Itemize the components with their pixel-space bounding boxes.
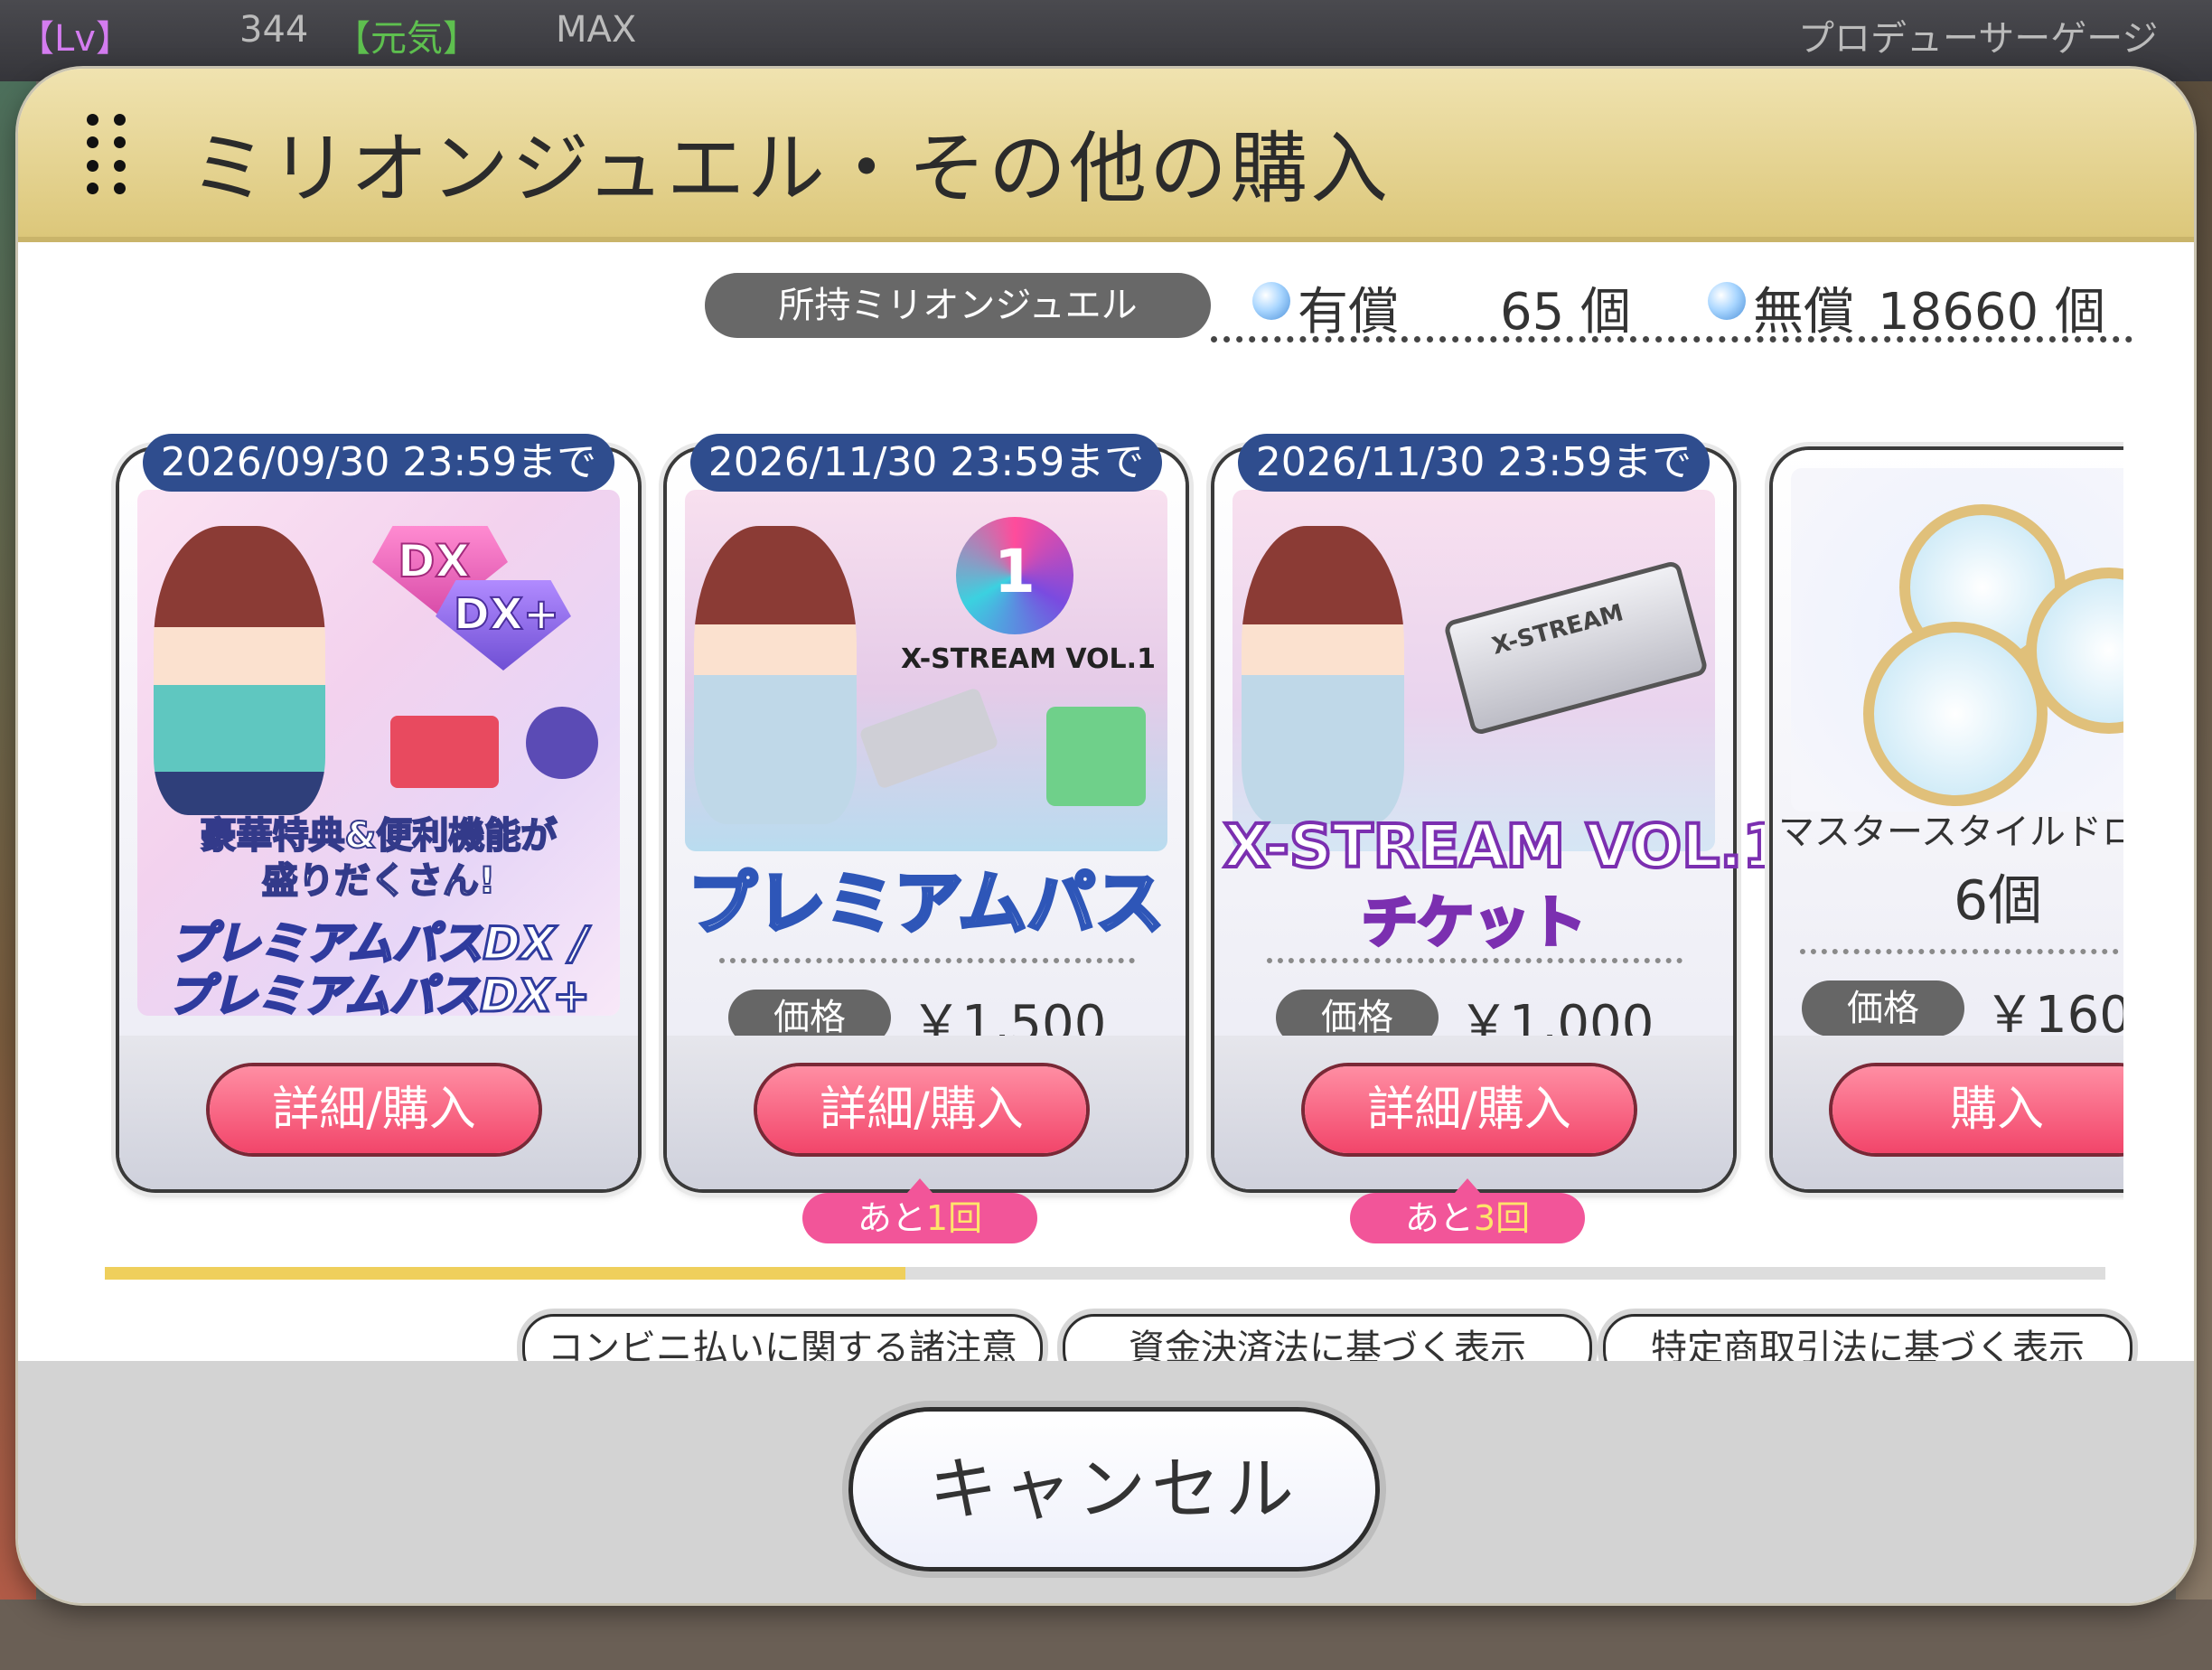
- product-card-premium-pass[interactable]: 2026/11/30 23:59まで 1 X-STREAM VOL.1 プレミア…: [667, 434, 1186, 1243]
- product-name: マスタースタイルドロ: [1778, 812, 2123, 853]
- max-label: MAX: [556, 9, 637, 51]
- live-skip-ticket-icon: [390, 716, 499, 788]
- x-stream-logo-number: 1: [994, 537, 1036, 606]
- dotted-divider: [1267, 958, 1682, 963]
- dx-plus-logo-text: DX+: [453, 588, 560, 641]
- drop-coin-icon: [1863, 622, 2048, 806]
- free-value: 18660 個: [1878, 283, 2105, 342]
- banner-title-2: プレミアムパスDX+: [165, 969, 591, 1017]
- background-scene-bottom: [0, 1600, 2212, 1670]
- owned-jewel-label: 所持ミリオンジュエル: [705, 273, 1211, 338]
- idol-character-icon: [694, 526, 857, 824]
- dotted-divider: [1800, 949, 2123, 954]
- remaining-count-badge: あと3回: [1350, 1178, 1585, 1243]
- product-count: 6個: [1954, 869, 2043, 933]
- product-card-master-style-drop[interactable]: マスタースタイルドロ 6個 価格 ￥160 購入: [1773, 450, 2123, 1189]
- idol-character-icon: [1242, 526, 1404, 824]
- premium-pass-dx-banner: DX DX+ 豪華特典&便利機能が 盛りだくさん! プレミアムパスDX / プレ…: [137, 490, 620, 1016]
- dialog-title: ミリオンジュエル・その他の購入: [190, 126, 1391, 212]
- dotted-divider: [719, 958, 1135, 963]
- ticket-title: チケット: [1360, 887, 1588, 957]
- paid-label: 有償: [1298, 283, 1399, 342]
- producer-gauge-label: プロデューサーゲージ: [1798, 18, 2159, 60]
- premium-pass-title: プレミアムパス: [687, 861, 1167, 945]
- card-viewport-clip: マスタースタイルドロ 6個 価格 ￥160 購入: [1762, 441, 2123, 1200]
- purchase-button[interactable]: 購入: [1832, 1066, 2123, 1153]
- free-label: 無償: [1753, 283, 1854, 342]
- deadline-badge: 2026/11/30 23:59まで: [690, 434, 1162, 492]
- detail-purchase-button[interactable]: 詳細/購入: [210, 1066, 539, 1153]
- paid-value: 65 個: [1500, 283, 1632, 342]
- dx-logo-text: DX: [397, 534, 471, 588]
- banner-caption-2: 盛りだくさん!: [261, 859, 496, 903]
- master-style-drop-image: [1791, 468, 2123, 812]
- drag-handle-icon[interactable]: [87, 114, 132, 195]
- price-label: 価格: [1802, 980, 1964, 1037]
- premium-pass-banner: 1 X-STREAM VOL.1: [685, 490, 1167, 851]
- deadline-badge: 2026/11/30 23:59まで: [1238, 434, 1710, 492]
- deadline-badge: 2026/09/30 23:59まで: [143, 434, 614, 492]
- pass-badge-icon: [1046, 707, 1146, 806]
- cancel-button[interactable]: キャンセル: [853, 1412, 1375, 1567]
- free-jewel-icon: [1708, 282, 1746, 320]
- ticket-icon: [858, 687, 999, 790]
- purchase-dialog: ミリオンジュエル・その他の購入 所持ミリオンジュエル 有償 65 個 無償 18…: [18, 69, 2194, 1603]
- x-stream-title: X-STREAM VOL.1: [1222, 810, 1786, 883]
- dialog-titlebar: ミリオンジュエル・その他の購入: [18, 69, 2194, 242]
- scrollbar-thumb[interactable]: [105, 1267, 905, 1280]
- x-stream-ticket-banner: X-STREAM: [1233, 490, 1715, 851]
- product-card-x-stream-ticket[interactable]: 2026/11/30 23:59まで X-STREAM X-STREAM VOL…: [1214, 434, 1786, 1243]
- paid-jewel-icon: [1252, 282, 1290, 320]
- detail-purchase-button[interactable]: 詳細/購入: [1305, 1066, 1634, 1153]
- level-label: 【Lv】: [18, 18, 132, 60]
- level-value: 344: [239, 9, 309, 51]
- remaining-count-badge: あと1回: [802, 1178, 1037, 1243]
- detail-purchase-button[interactable]: 詳細/購入: [757, 1066, 1086, 1153]
- tdp-badge-icon: [526, 707, 598, 779]
- carousel-scrollbar[interactable]: [105, 1267, 2105, 1280]
- genki-label: 【元気】: [334, 18, 479, 60]
- dialog-content: 所持ミリオンジュエル 有償 65 個 無償 18660 個 2026/09/30…: [18, 242, 2194, 1383]
- x-stream-vol-label: X-STREAM VOL.1: [901, 643, 1156, 675]
- idol-character-icon: [154, 526, 325, 815]
- product-card-premium-pass-dx[interactable]: 2026/09/30 23:59まで DX DX+ 豪華特典&便利機能が 盛りだ…: [119, 434, 638, 1189]
